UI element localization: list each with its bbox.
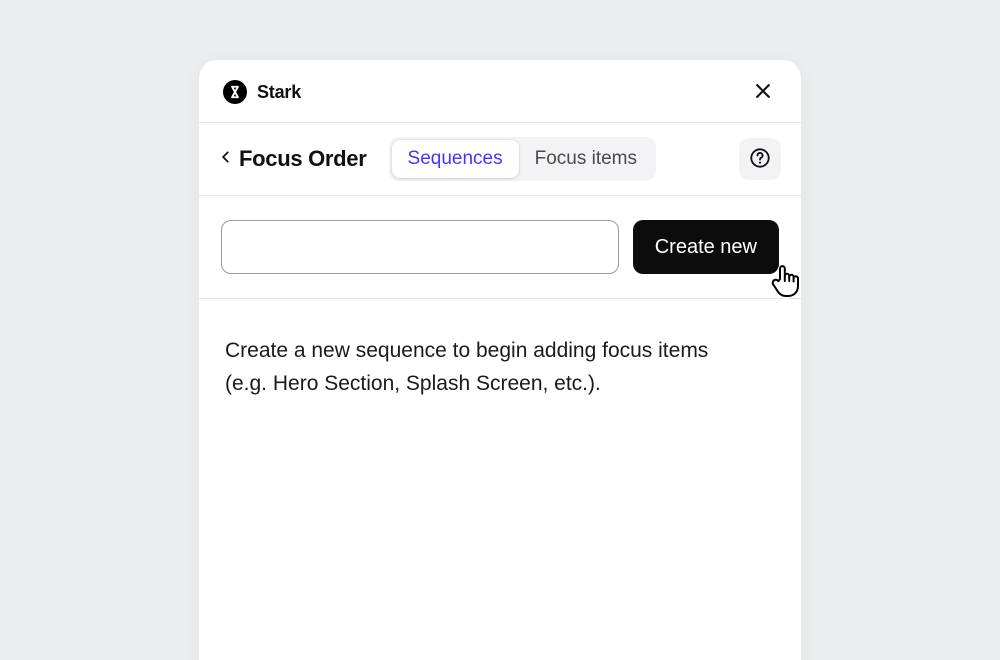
page-title: Focus Order <box>239 146 367 172</box>
stark-panel: Stark Focus Order Sequences Focus items <box>199 60 801 660</box>
create-sequence-row: Create new <box>199 196 801 299</box>
tab-sequences[interactable]: Sequences <box>392 140 519 178</box>
back-breadcrumb[interactable]: Focus Order <box>219 146 367 173</box>
brand: Stark <box>223 80 301 104</box>
close-icon <box>753 81 773 104</box>
sequence-name-input[interactable] <box>221 220 619 274</box>
stark-logo-icon <box>223 80 247 104</box>
brand-name: Stark <box>257 82 301 103</box>
tab-focus-items[interactable]: Focus items <box>519 140 653 178</box>
chevron-left-icon <box>219 146 233 173</box>
help-button[interactable] <box>739 138 781 180</box>
view-tabs: Sequences Focus items <box>389 137 657 181</box>
empty-state-hint: Create a new sequence to begin adding fo… <box>199 299 759 436</box>
toolbar: Focus Order Sequences Focus items <box>199 123 801 196</box>
help-icon <box>749 147 771 172</box>
panel-header: Stark <box>199 60 801 123</box>
close-button[interactable] <box>749 78 777 106</box>
create-new-button[interactable]: Create new <box>633 220 779 274</box>
